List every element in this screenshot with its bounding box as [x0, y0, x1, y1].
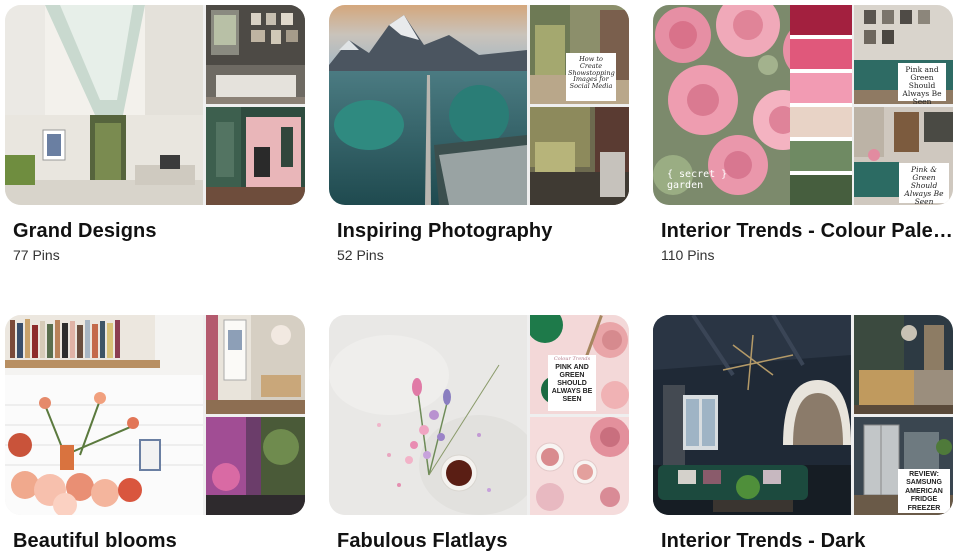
cover-image-main — [329, 5, 527, 205]
cover-image-bottom — [530, 417, 629, 515]
board-card-beautiful-blooms[interactable]: Beautiful blooms — [5, 315, 305, 552]
board-cover[interactable] — [5, 315, 305, 515]
pink-green-card-1: Pink and Green Should Always Be Seen — [898, 63, 946, 104]
board-card-fabulous-flatlays[interactable]: Colour Trends PINK AND GREEN SHOULD ALWA… — [329, 315, 629, 552]
cover-image-bottom — [206, 417, 305, 515]
cover-image-top: Colour Trends PINK AND GREEN SHOULD ALWA… — [530, 315, 629, 414]
board-cover[interactable] — [5, 5, 305, 205]
swatch-blush — [790, 107, 852, 137]
flatlay-card-small-text: Colour Trends — [553, 356, 591, 362]
board-card-grand-designs[interactable]: Grand Designs 77 Pins — [5, 5, 305, 263]
secret-garden-label: { secret } garden — [667, 169, 728, 191]
cover-image-bottom — [530, 107, 629, 205]
board-title: Fabulous Flatlays — [337, 530, 508, 552]
cover-image-main — [5, 315, 203, 515]
board-card-interior-trends-dark[interactable]: REVIEW: SAMSUNG AMERICAN FRIDGE FREEZER … — [653, 315, 953, 552]
cover-image-main — [653, 315, 851, 515]
board-title: Interior Trends - Dark — [661, 530, 866, 552]
cover-image-top: Pink and Green Should Always Be Seen — [854, 5, 953, 104]
board-cover[interactable]: { secret } garden Pink and Green Should … — [653, 5, 953, 205]
photography-card-text: How to Create Showstopping Images for So… — [566, 53, 616, 101]
board-cover[interactable]: Colour Trends PINK AND GREEN SHOULD ALWA… — [329, 315, 629, 515]
board-cover[interactable]: REVIEW: SAMSUNG AMERICAN FRIDGE FREEZER — [653, 315, 953, 515]
board-cover[interactable]: How to Create Showstopping Images for So… — [329, 5, 629, 205]
swatch-forest — [790, 175, 852, 205]
board-card-inspiring-photography[interactable]: How to Create Showstopping Images for So… — [329, 5, 629, 263]
board-pin-count: 110 Pins — [661, 247, 715, 263]
swatch-rose — [790, 39, 852, 69]
board-title: Grand Designs — [13, 220, 157, 242]
cover-image-top — [854, 315, 953, 414]
cover-image-bottom: Pink & Green Should Always Be Seen — [854, 107, 953, 205]
board-title: Interior Trends - Colour Palettes — [661, 220, 953, 242]
swatch-crimson — [790, 5, 852, 35]
cover-image-bottom: REVIEW: SAMSUNG AMERICAN FRIDGE FREEZER — [854, 417, 953, 515]
board-pin-count: 77 Pins — [13, 247, 60, 263]
swatch-sage — [790, 141, 852, 171]
cover-image-bottom — [206, 107, 305, 205]
flatlay-card: Colour Trends PINK AND GREEN SHOULD ALWA… — [548, 355, 596, 411]
board-pin-count: 52 Pins — [337, 247, 384, 263]
palette-column — [790, 5, 852, 205]
flatlay-card-text: PINK AND GREEN SHOULD ALWAYS BE SEEN — [551, 364, 593, 404]
cover-image-main — [329, 315, 527, 515]
board-title: Beautiful blooms — [13, 530, 177, 552]
cover-image-top — [206, 5, 305, 104]
board-title: Inspiring Photography — [337, 220, 553, 242]
pink-green-card-2: Pink & Green Should Always Be Seen — [899, 163, 949, 205]
cover-image-main — [5, 5, 203, 205]
swatch-pink — [790, 73, 852, 103]
fridge-review-card: REVIEW: SAMSUNG AMERICAN FRIDGE FREEZER — [898, 469, 950, 513]
cover-image-top — [206, 315, 305, 414]
cover-image-top: How to Create Showstopping Images for So… — [530, 5, 629, 104]
board-card-interior-trends-colour-palettes[interactable]: { secret } garden Pink and Green Should … — [653, 5, 953, 263]
